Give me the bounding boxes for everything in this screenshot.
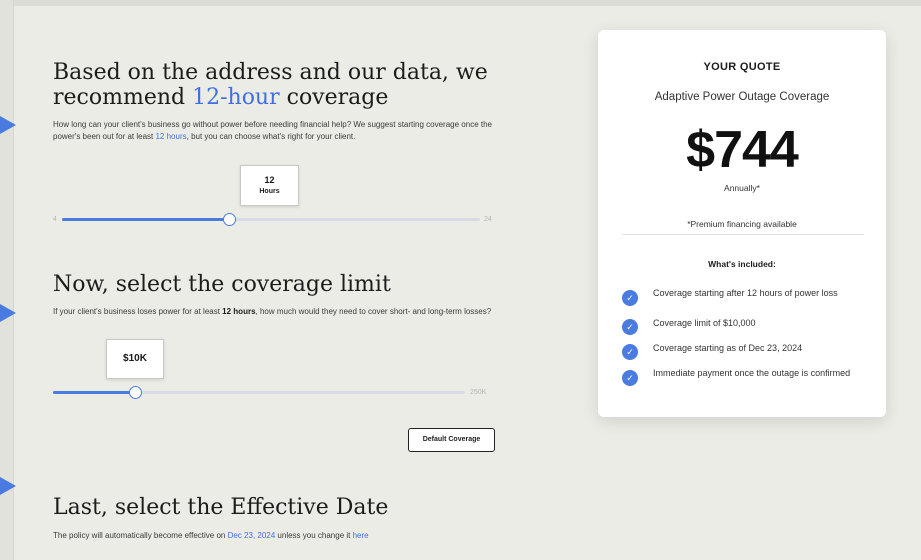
quote-price: $744 <box>686 121 799 179</box>
hours-value-box: 12 Hours <box>240 165 299 206</box>
hours-link[interactable]: 12 hours <box>155 132 186 141</box>
quote-period: Annually* <box>724 183 760 193</box>
included-item-text: Coverage starting after 12 hours of powe… <box>653 288 838 298</box>
heading-pre: recommend <box>53 85 193 110</box>
coverage-max-label: 250K <box>470 389 487 396</box>
check-circle-icon: ✓ <box>622 319 638 335</box>
para-post: , how much would they need to cover shor… <box>255 307 492 316</box>
check-circle-icon: ✓ <box>622 370 638 386</box>
waiting-period-slider[interactable] <box>62 213 480 226</box>
card-divider <box>622 234 864 235</box>
check-circle-icon: ✓ <box>622 290 638 306</box>
effective-date-heading: Last, select the Effective Date <box>53 495 389 520</box>
step-marker-2 <box>0 304 16 322</box>
default-coverage-button[interactable]: Default Coverage <box>408 428 495 452</box>
coverage-limit-slider[interactable] <box>53 386 465 399</box>
included-title: What's included: <box>708 259 776 269</box>
para-pre: The policy will automatically become eff… <box>53 531 228 540</box>
coverage-limit-heading: Now, select the coverage limit <box>53 272 391 297</box>
hours-value-number: 12 <box>264 175 275 185</box>
check-circle-icon: ✓ <box>622 344 638 360</box>
included-item: ✓ Coverage limit of $10,000 <box>622 317 862 335</box>
window-top-edge <box>0 0 921 6</box>
slider-fill <box>62 218 229 221</box>
heading-line1: Based on the address and our data, we <box>53 60 488 85</box>
para-post: , but you can choose what's right for yo… <box>186 131 356 141</box>
included-item-text: Immediate payment once the outage is con… <box>653 368 851 378</box>
included-item: ✓ Coverage starting as of Dec 23, 2024 <box>622 342 862 360</box>
para-bold: 12 hours <box>222 307 256 316</box>
change-date-link[interactable]: here <box>353 531 369 540</box>
included-item-text: Coverage starting as of Dec 23, 2024 <box>653 343 803 353</box>
quote-title: YOUR QUOTE <box>703 61 781 73</box>
coverage-value-box: $10K <box>106 339 164 379</box>
included-item: ✓ Coverage starting after 12 hours of po… <box>622 288 862 312</box>
included-item: ✓ Immediate payment once the outage is c… <box>622 368 862 392</box>
para-mid: unless you change it <box>275 531 353 540</box>
hours-max-label: 24 <box>484 216 492 223</box>
waiting-period-description: How long can your client's business go w… <box>53 119 493 142</box>
included-item-text: Coverage limit of $10,000 <box>653 318 756 328</box>
recommendation-heading: Based on the address and our data, we re… <box>53 60 523 110</box>
step-marker-1 <box>0 116 16 134</box>
slider-thumb[interactable] <box>129 386 142 399</box>
step-marker-3 <box>0 477 16 495</box>
quote-card: YOUR QUOTE Adaptive Power Outage Coverag… <box>598 30 886 417</box>
quote-product-name: Adaptive Power Outage Coverage <box>654 91 830 103</box>
heading-accent: 12-hour <box>192 85 280 110</box>
effective-date-value: Dec 23, 2024 <box>227 531 276 540</box>
slider-thumb[interactable] <box>223 213 236 226</box>
coverage-limit-description: If your client's business loses power fo… <box>53 306 493 318</box>
slider-fill <box>53 391 135 394</box>
para-pre: If your client's business loses power fo… <box>53 307 223 316</box>
heading-post: coverage <box>279 85 389 110</box>
hours-min-label: 4 <box>53 216 57 223</box>
hours-value-unit: Hours <box>259 188 280 195</box>
effective-date-description: The policy will automatically become eff… <box>53 530 493 542</box>
left-panel-edge <box>0 0 14 560</box>
financing-note: *Premium financing available <box>687 219 797 229</box>
